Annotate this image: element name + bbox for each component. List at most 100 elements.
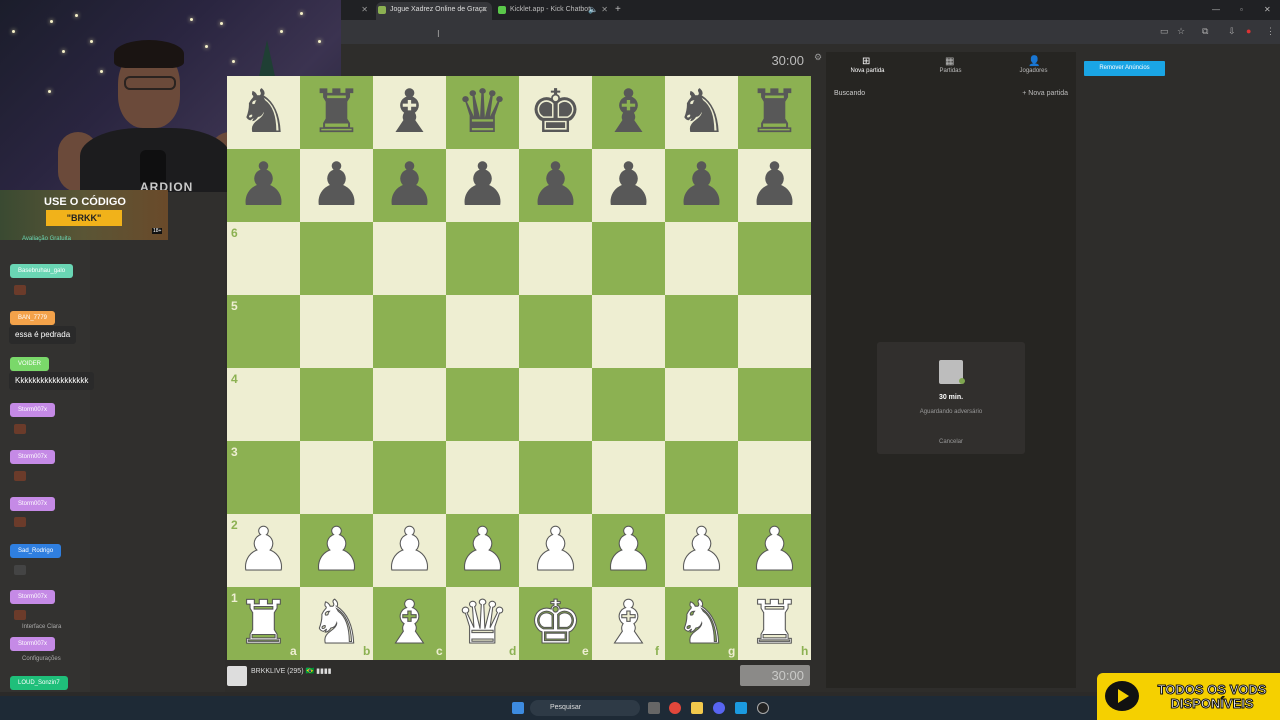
black-piece[interactable]: ♟ xyxy=(227,149,300,222)
tab-label: Nova partida xyxy=(850,68,885,74)
close-icon[interactable]: ✕ xyxy=(601,2,608,18)
white-piece[interactable]: ♟ xyxy=(373,514,446,587)
chat-username[interactable]: BAN_7779 xyxy=(10,311,56,325)
cast-icon[interactable]: ▭ xyxy=(1160,26,1169,37)
board-square[interactable] xyxy=(665,222,738,295)
black-piece[interactable]: ♛ xyxy=(446,76,519,149)
chat-username[interactable]: VOIDER xyxy=(10,357,50,371)
board-square[interactable] xyxy=(373,368,446,441)
tab-chess[interactable]: Jogue Xadrez Online de Graça ✕ xyxy=(376,2,492,20)
task-view-icon[interactable] xyxy=(648,702,660,714)
board-square[interactable] xyxy=(592,295,665,368)
board-square[interactable] xyxy=(373,441,446,514)
chat-username[interactable]: Storm007x xyxy=(10,403,56,417)
player-name[interactable]: BRKKLIVE (295) 🇧🇷 ▮▮▮▮ xyxy=(251,667,332,675)
taskbar-search[interactable]: Pesquisar xyxy=(530,700,640,716)
white-piece[interactable]: ♟ xyxy=(519,514,592,587)
black-piece[interactable]: ♞ xyxy=(665,76,738,149)
chrome-icon[interactable] xyxy=(669,702,681,714)
board-square[interactable] xyxy=(519,295,592,368)
file-label: e xyxy=(582,644,589,658)
extensions-icon[interactable]: ⧉ xyxy=(1202,26,1208,37)
chat-username[interactable]: Storm007x xyxy=(10,637,56,651)
close-icon[interactable]: ✕ xyxy=(481,2,488,18)
black-piece[interactable]: ♟ xyxy=(446,149,519,222)
board-square[interactable] xyxy=(665,368,738,441)
black-piece[interactable]: ♝ xyxy=(373,76,446,149)
board-square[interactable] xyxy=(592,368,665,441)
black-piece[interactable]: ♚ xyxy=(519,76,592,149)
board-square[interactable] xyxy=(738,295,811,368)
board-square[interactable] xyxy=(300,368,373,441)
bookmark-star-icon[interactable]: ☆ xyxy=(1177,26,1185,37)
black-piece[interactable]: ♞ xyxy=(227,76,300,149)
board-square[interactable] xyxy=(519,441,592,514)
board-square[interactable] xyxy=(665,441,738,514)
tab-new-game[interactable]: ⊞ Nova partida xyxy=(826,52,909,80)
black-piece[interactable]: ♟ xyxy=(738,149,811,222)
discord-icon[interactable] xyxy=(713,702,725,714)
chat-username[interactable]: Basebruhau_galo xyxy=(10,264,74,278)
black-piece[interactable]: ♟ xyxy=(519,149,592,222)
profile-avatar-icon[interactable]: ● xyxy=(1246,26,1251,36)
board-square[interactable] xyxy=(592,441,665,514)
audio-icon[interactable]: 🔈 xyxy=(588,2,598,18)
tab-kicklet[interactable]: Kicklet.app - Kick Chatbot 🔈 ✕ xyxy=(496,2,612,20)
restore-icon[interactable]: ▫ xyxy=(1240,2,1243,20)
window-close-icon[interactable]: ✕ xyxy=(1264,2,1271,20)
board-square[interactable] xyxy=(373,295,446,368)
chat-username[interactable]: LOUD_Sonzin7 xyxy=(10,676,68,690)
black-piece[interactable]: ♜ xyxy=(738,76,811,149)
file-explorer-icon[interactable] xyxy=(691,702,703,714)
board-square[interactable] xyxy=(665,295,738,368)
board-square[interactable] xyxy=(519,222,592,295)
board-square[interactable] xyxy=(300,295,373,368)
chat-username[interactable]: Storm007x xyxy=(10,450,56,464)
white-piece[interactable]: ♟ xyxy=(665,514,738,587)
chess-board[interactable]: ♜ ♝ ♛ ♚ ♝ ♞ ♜ ♞ ♟ ♟ ♟ ♟ ♟ ♟ ♟ ♟ ♟ ♟ ♟ ♟ ♟ ♟ ♟ ♟ ♜ ♞ ♝ ♛ ♚ ♝ ♞ ♜ 6 5 4 3 2 1 a b… xyxy=(227,76,811,660)
board-square[interactable] xyxy=(446,295,519,368)
board-square[interactable] xyxy=(738,222,811,295)
telegram-icon[interactable] xyxy=(735,702,747,714)
board-square[interactable] xyxy=(446,441,519,514)
new-game-link[interactable]: + Nova partida xyxy=(1022,90,1068,97)
black-piece[interactable]: ♟ xyxy=(373,149,446,222)
black-piece[interactable]: ♟ xyxy=(300,149,373,222)
tab-players[interactable]: 👤 Jogadores xyxy=(992,52,1075,80)
chat-username[interactable]: Storm007x xyxy=(10,590,56,604)
board-square[interactable] xyxy=(519,368,592,441)
board-square[interactable] xyxy=(446,222,519,295)
player-avatar[interactable] xyxy=(227,666,247,686)
interface-option[interactable]: Interface Clara xyxy=(22,624,61,630)
board-square[interactable] xyxy=(300,222,373,295)
taskbar xyxy=(0,696,1280,720)
cancel-button[interactable]: Cancelar xyxy=(877,439,1025,445)
white-piece[interactable]: ♟ xyxy=(738,514,811,587)
settings-gear-icon[interactable]: ⚙ xyxy=(814,52,822,63)
black-piece[interactable]: ♟ xyxy=(592,149,665,222)
new-tab-button[interactable]: + xyxy=(615,2,629,20)
obs-icon[interactable] xyxy=(757,702,769,714)
tab-games[interactable]: ▦ Partidas xyxy=(909,52,992,80)
windows-start-icon[interactable] xyxy=(512,702,524,714)
black-piece[interactable]: ♝ xyxy=(592,76,665,149)
close-tab-icon[interactable]: ✕ xyxy=(360,2,370,20)
remove-ads-button[interactable]: Remover Anúncios xyxy=(1084,61,1165,76)
white-piece[interactable]: ♟ xyxy=(446,514,519,587)
board-square[interactable] xyxy=(300,441,373,514)
downloads-icon[interactable]: ⇩ xyxy=(1228,26,1236,37)
board-square[interactable] xyxy=(738,441,811,514)
chat-username[interactable]: Sad_Rodrigo xyxy=(10,544,62,558)
white-piece[interactable]: ♟ xyxy=(300,514,373,587)
board-square[interactable] xyxy=(446,368,519,441)
menu-icon[interactable]: ⋮ xyxy=(1266,26,1275,37)
black-piece[interactable]: ♟ xyxy=(665,149,738,222)
minimize-icon[interactable]: — xyxy=(1212,2,1220,20)
board-square[interactable] xyxy=(738,368,811,441)
black-piece[interactable]: ♜ xyxy=(300,76,373,149)
chat-username[interactable]: Storm007x xyxy=(10,497,56,511)
settings-option[interactable]: Configurações xyxy=(22,656,61,662)
board-square[interactable] xyxy=(592,222,665,295)
board-square[interactable] xyxy=(373,222,446,295)
white-piece[interactable]: ♟ xyxy=(592,514,665,587)
